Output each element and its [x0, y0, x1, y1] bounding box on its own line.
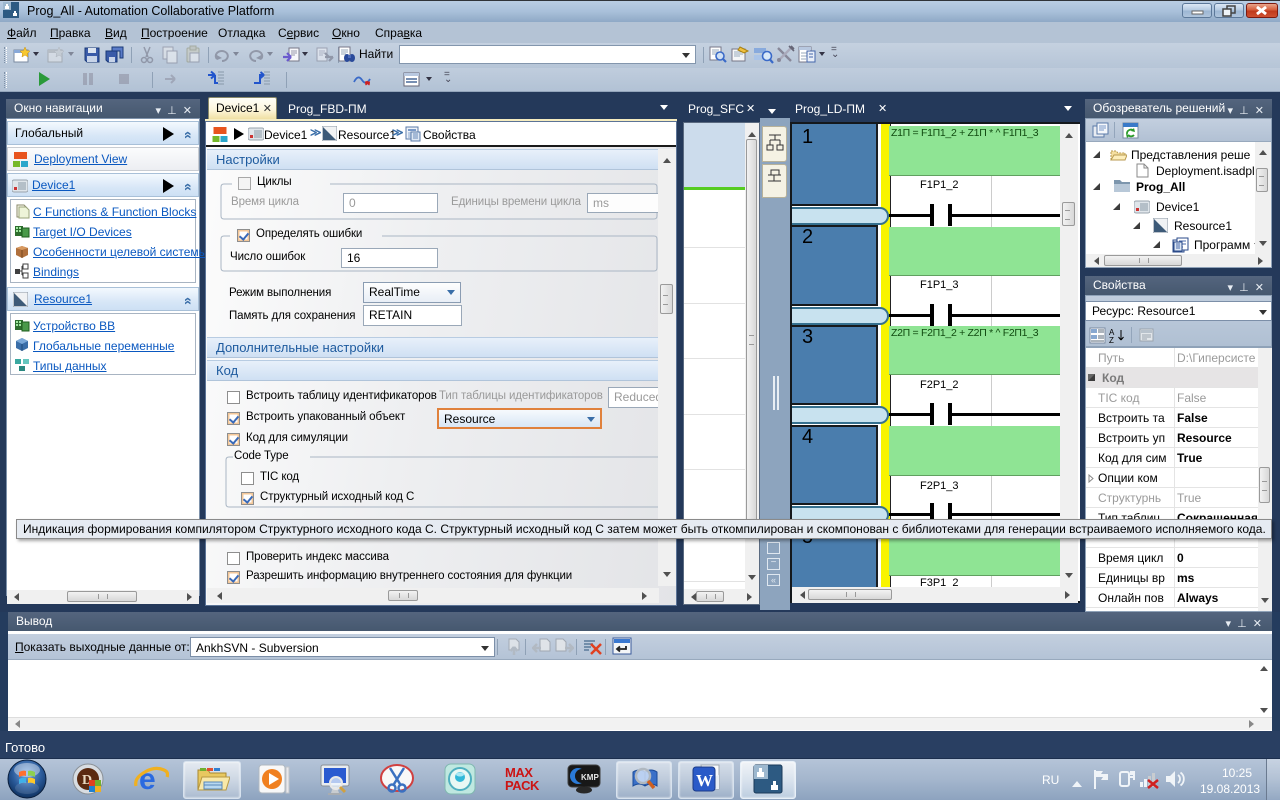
- svg-text:KMP: KMP: [581, 773, 599, 782]
- svg-text:Z: Z: [1109, 336, 1114, 344]
- svg-text:W: W: [696, 771, 713, 790]
